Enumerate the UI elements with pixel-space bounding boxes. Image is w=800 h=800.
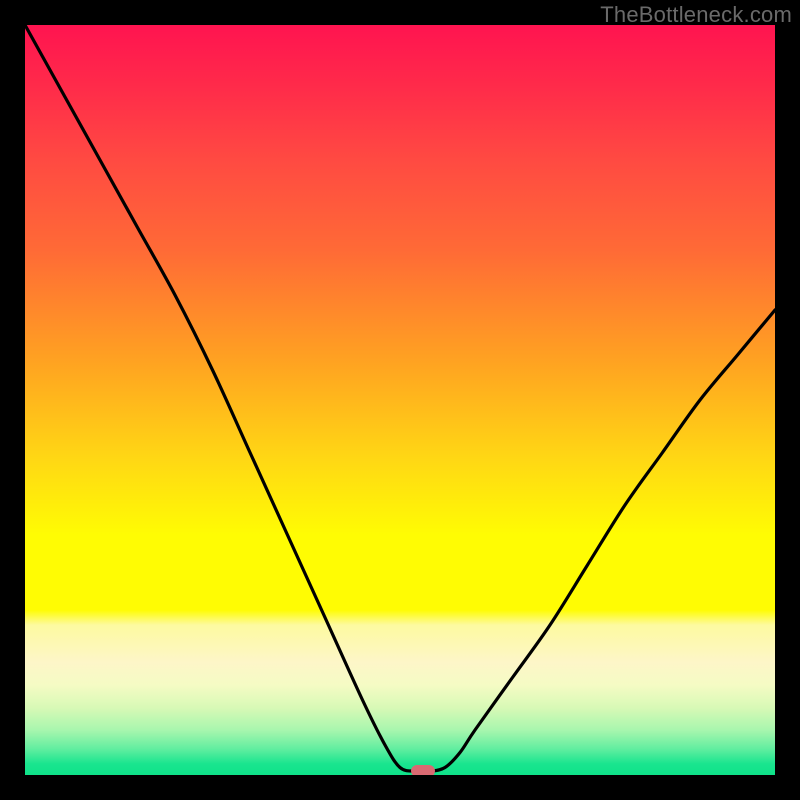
plot-area: [25, 25, 775, 775]
chart-frame: TheBottleneck.com: [0, 0, 800, 800]
watermark-text: TheBottleneck.com: [600, 2, 792, 28]
bottleneck-curve: [25, 25, 775, 775]
optimal-point-marker: [411, 765, 435, 775]
